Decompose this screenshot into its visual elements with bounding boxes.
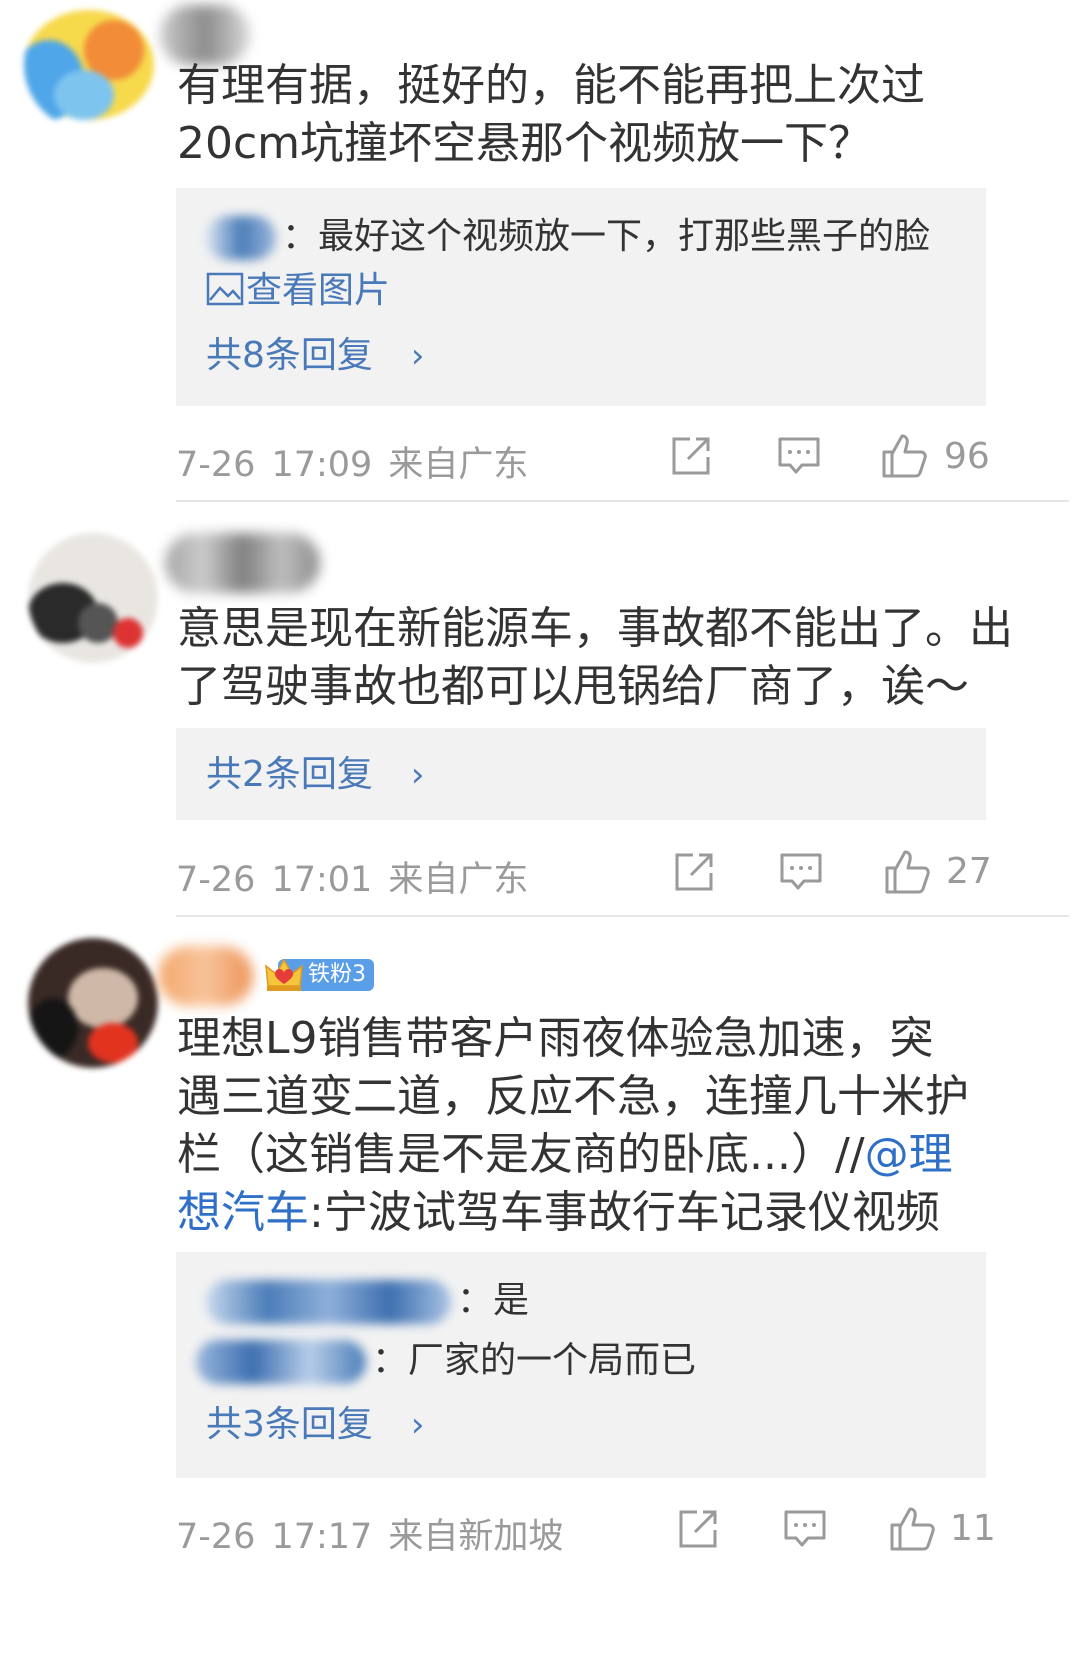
like-count: 27	[946, 851, 992, 892]
comment-icon[interactable]	[778, 849, 824, 895]
crown-heart-icon	[265, 958, 303, 991]
comment-text: 理想L9销售带客户雨夜体验急加速，突遇三道变二道，反应不急，连撞几十米护栏（这销…	[177, 1013, 969, 1238]
comment-time: 17:01	[271, 860, 373, 900]
reply-preview-box[interactable]: ：是 ：厂家的一个局而已 共3条回复 ›	[176, 1252, 986, 1478]
reply-item[interactable]: ：厂家的一个局而已	[196, 1338, 696, 1384]
share-icon[interactable]	[671, 849, 717, 895]
view-image-link[interactable]: 查看图片	[206, 268, 390, 314]
comment-meta: 7-26 17:01 来自广东	[176, 851, 544, 902]
view-all-replies-link[interactable]: 共3条回复 ›	[206, 1402, 425, 1448]
fan-badge[interactable]: 铁粉3	[264, 956, 374, 994]
view-all-replies-link[interactable]: 共8条回复 ›	[206, 333, 425, 379]
thumbs-up-icon[interactable]	[888, 1503, 938, 1553]
comment-location: 来自广东	[388, 445, 529, 485]
comment-date: 7-26	[176, 445, 256, 485]
reply-username-redacted[interactable]	[206, 216, 276, 260]
share-icon[interactable]	[668, 433, 714, 479]
username-redacted[interactable]	[160, 5, 250, 65]
comment-icon[interactable]	[782, 1506, 828, 1552]
thumbs-up-icon[interactable]	[883, 846, 933, 896]
like-count: 11	[950, 1508, 996, 1549]
comment-item: 铁粉3 理想L9销售带客户雨夜体验急加速，突遇三道变二道，反应不急，连撞几十米护…	[0, 918, 1080, 1660]
comment-meta: 7-26 17:17 来自新加坡	[176, 1508, 579, 1559]
avatar[interactable]	[28, 533, 158, 663]
chevron-right-icon: ›	[410, 1405, 425, 1445]
thumbs-up-icon[interactable]	[880, 430, 930, 480]
comment-text: 意思是现在新能源车，事故都不能出了。出了驾驶事故也都可以甩锅给厂商了，诶～	[177, 603, 1013, 712]
comment-date: 7-26	[176, 1517, 256, 1557]
image-icon	[206, 272, 244, 306]
reply-preview-box[interactable]: 共2条回复 ›	[176, 728, 986, 820]
divider	[176, 915, 1069, 917]
divider	[176, 500, 1069, 502]
comment-item: 意思是现在新能源车，事故都不能出了。出了驾驶事故也都可以甩锅给厂商了，诶～ 共2…	[0, 503, 1080, 918]
comment-item: 有理有据，挺好的，能不能再把上次过20cm坑撞坏空悬那个视频放一下？ ：最好这个…	[0, 0, 1080, 503]
comment-location: 来自新加坡	[388, 1517, 564, 1557]
comment-icon[interactable]	[776, 433, 822, 479]
username-redacted[interactable]	[158, 946, 253, 1006]
chevron-right-icon: ›	[410, 755, 425, 795]
reply-username-redacted[interactable]	[196, 1340, 366, 1384]
like-count: 96	[944, 436, 990, 477]
comment-time: 17:09	[271, 445, 373, 485]
avatar[interactable]	[28, 938, 158, 1068]
avatar[interactable]	[24, 0, 154, 130]
reply-item[interactable]: ：是	[206, 1278, 529, 1324]
reply-item[interactable]: ：最好这个视频放一下，打那些黑子的脸	[206, 214, 930, 260]
share-icon[interactable]	[675, 1506, 721, 1552]
reply-username-redacted[interactable]	[206, 1280, 451, 1324]
comment-date: 7-26	[176, 860, 256, 900]
comment-meta: 7-26 17:09 来自广东	[176, 436, 544, 487]
comment-time: 17:17	[271, 1517, 373, 1557]
comment-location: 来自广东	[388, 860, 529, 900]
chevron-right-icon: ›	[410, 336, 425, 376]
view-all-replies-link[interactable]: 共2条回复 ›	[206, 752, 425, 798]
username-redacted[interactable]	[165, 533, 320, 593]
reply-preview-box[interactable]: ：最好这个视频放一下，打那些黑子的脸 查看图片 共8条回复 ›	[176, 188, 986, 406]
comment-text: 有理有据，挺好的，能不能再把上次过20cm坑撞坏空悬那个视频放一下？	[177, 60, 925, 169]
